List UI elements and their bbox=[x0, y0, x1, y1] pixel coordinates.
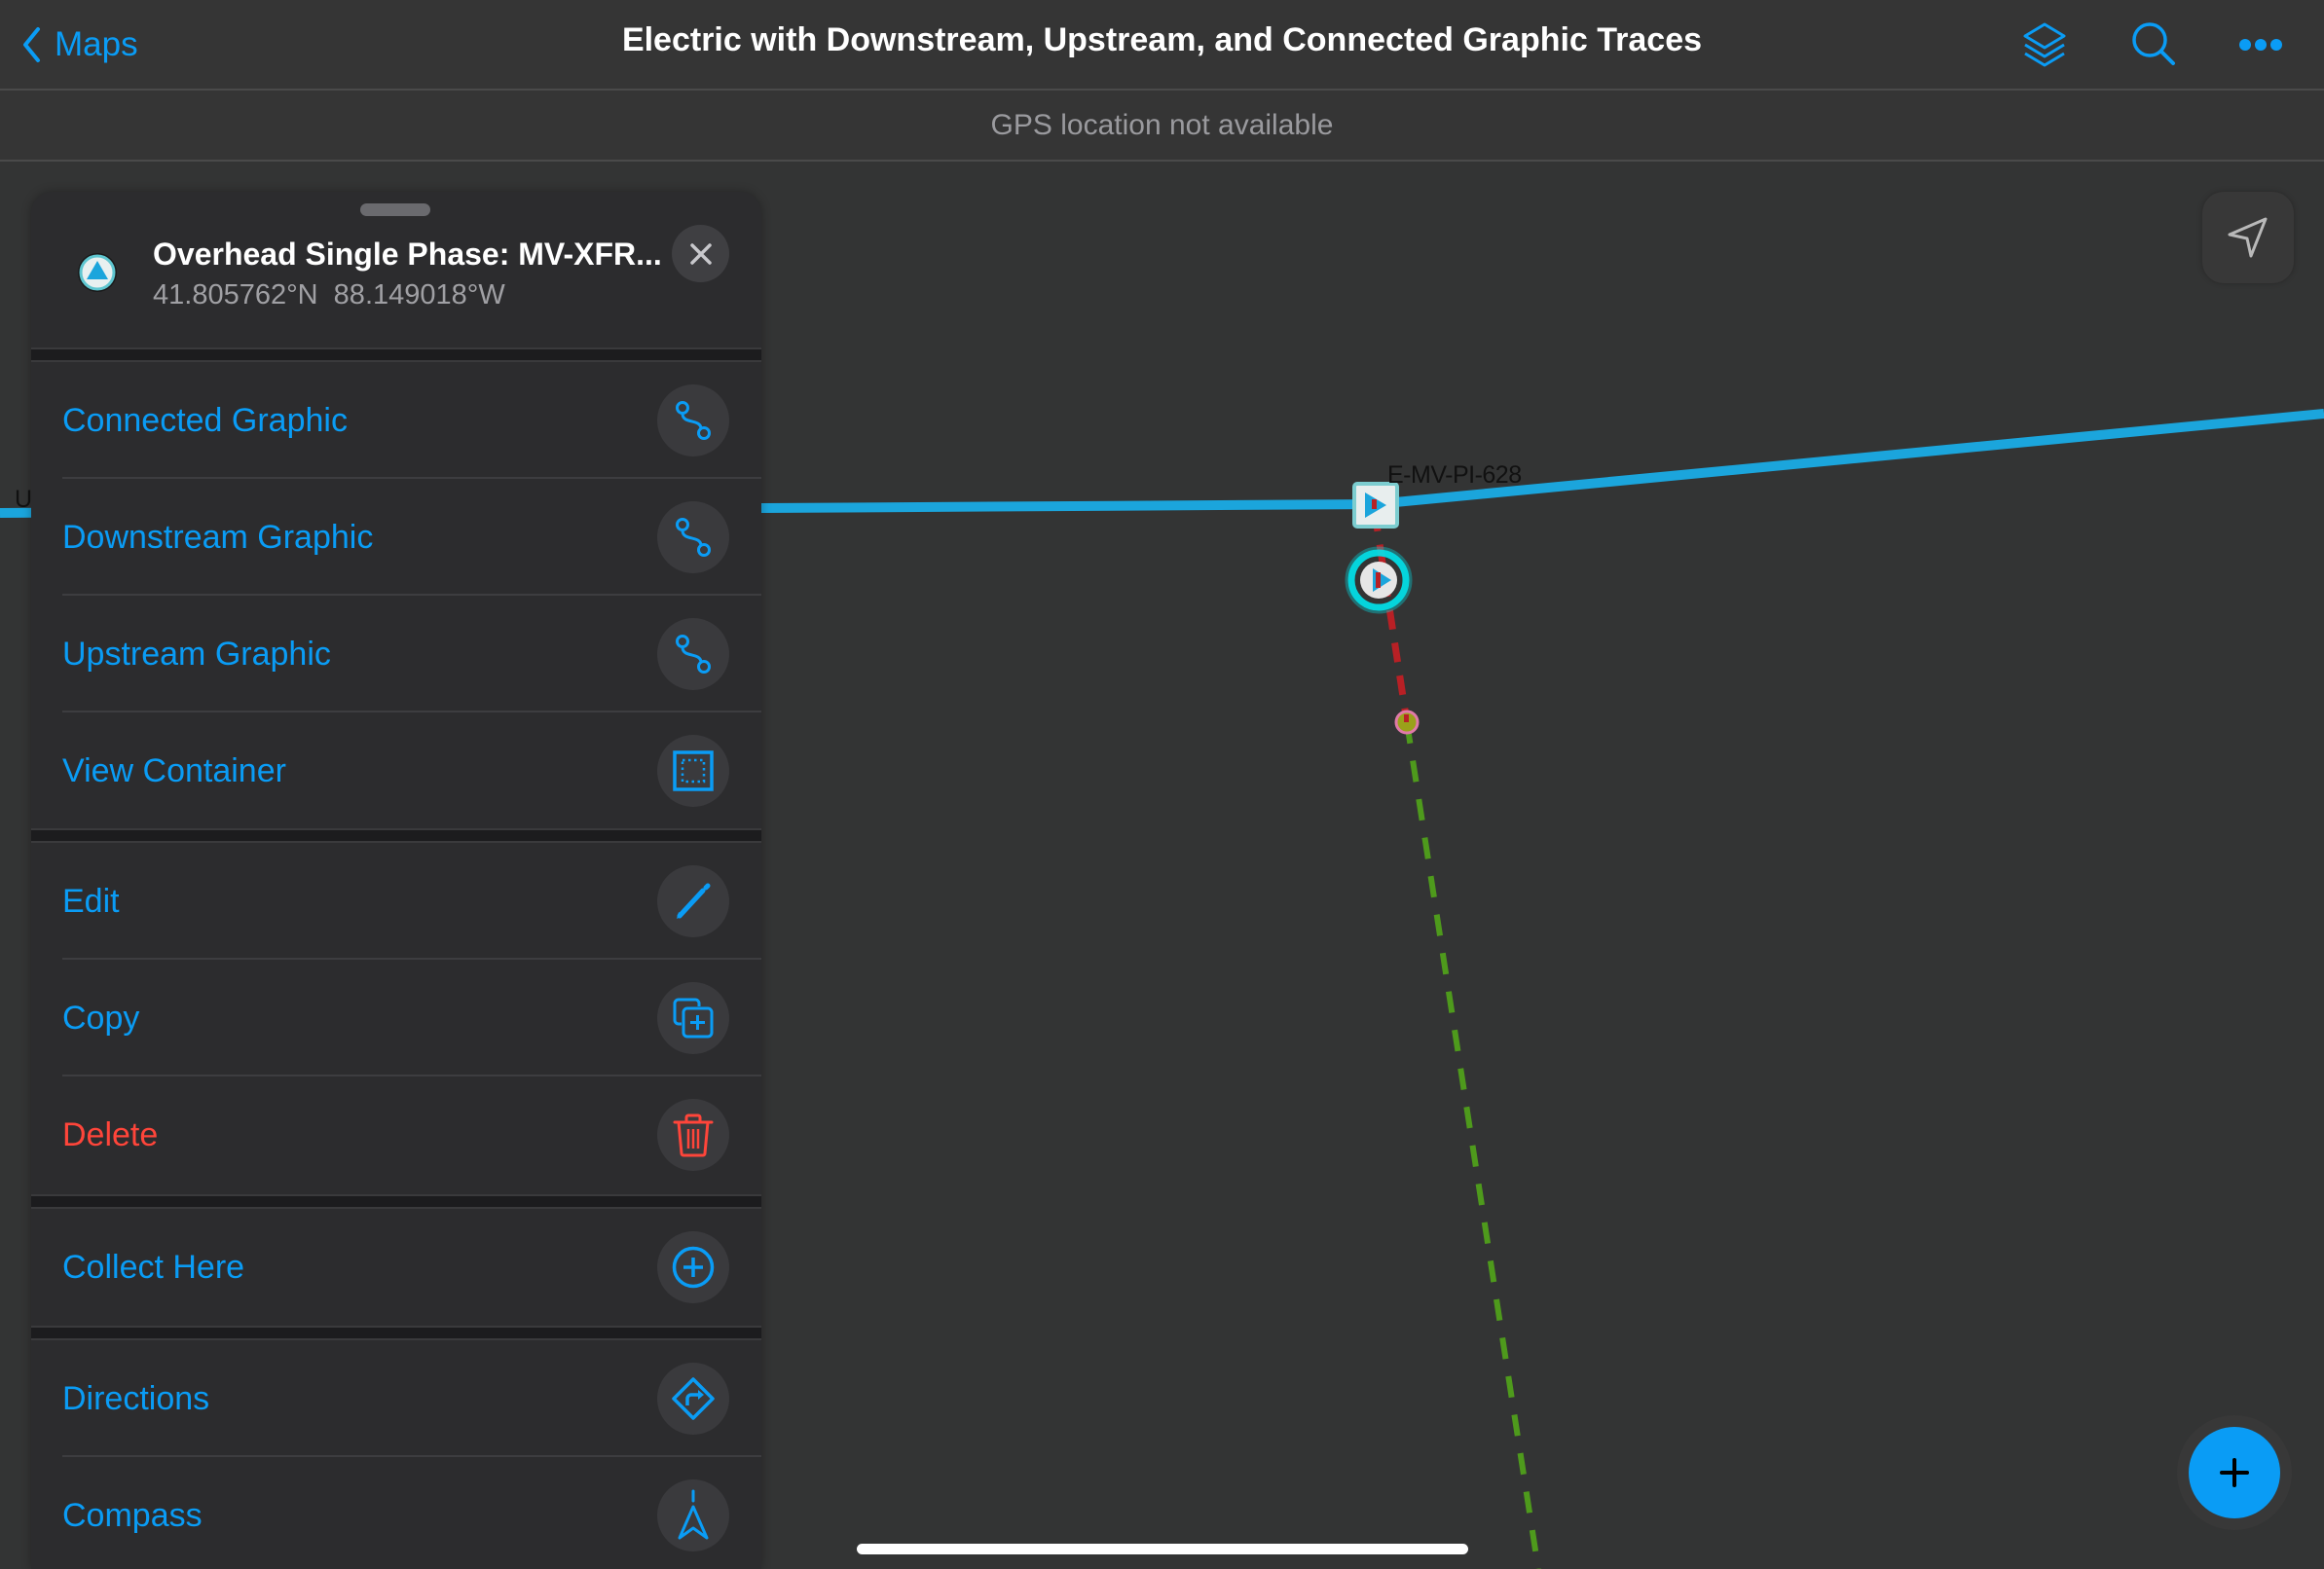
panel-grabber[interactable] bbox=[360, 203, 430, 216]
device-label: E-MV-PI-628 bbox=[1387, 461, 1522, 489]
trace-icon bbox=[657, 618, 729, 690]
locate-button[interactable] bbox=[2202, 192, 2294, 283]
feature-popup-panel: Overhead Single Phase: MV-XFR... 41.8057… bbox=[31, 192, 761, 1569]
chevron-left-icon bbox=[23, 27, 40, 62]
action-label: Copy bbox=[62, 1000, 140, 1037]
action-edit[interactable]: Edit bbox=[31, 843, 761, 960]
action-upstream-graphic[interactable]: Upstream Graphic bbox=[31, 596, 761, 712]
action-label: Upstream Graphic bbox=[62, 636, 331, 673]
line-label: U bbox=[15, 486, 32, 513]
directions-icon bbox=[657, 1363, 729, 1435]
section-divider bbox=[31, 1194, 761, 1209]
action-label: Edit bbox=[62, 883, 120, 920]
feature-title: Overhead Single Phase: MV-XFR... bbox=[153, 237, 662, 272]
location-arrow-icon bbox=[2228, 217, 2268, 258]
action-connected-graphic[interactable]: Connected Graphic bbox=[31, 362, 761, 479]
action-label: Connected Graphic bbox=[62, 402, 348, 439]
back-button[interactable]: Maps bbox=[21, 18, 138, 72]
close-button[interactable] bbox=[672, 225, 729, 282]
search-icon bbox=[2132, 22, 2175, 65]
add-feature-button[interactable] bbox=[2189, 1427, 2280, 1518]
gps-status-banner: GPS location not available bbox=[0, 91, 2324, 162]
trace-icon bbox=[657, 501, 729, 573]
section-divider bbox=[31, 347, 761, 362]
home-indicator[interactable] bbox=[857, 1544, 1468, 1554]
container-icon bbox=[657, 735, 729, 807]
action-copy[interactable]: Copy bbox=[31, 960, 761, 1076]
more-button[interactable] bbox=[2232, 16, 2291, 74]
close-icon bbox=[689, 242, 712, 265]
section-divider bbox=[31, 1326, 761, 1340]
back-label: Maps bbox=[55, 25, 138, 63]
section-divider bbox=[31, 828, 761, 843]
action-label: Delete bbox=[62, 1116, 159, 1153]
trace-icon bbox=[657, 384, 729, 456]
action-view-container[interactable]: View Container bbox=[31, 712, 761, 829]
map-title: Electric with Downstream, Upstream, and … bbox=[621, 21, 1703, 58]
action-label: Collect Here bbox=[62, 1249, 245, 1286]
action-downstream-graphic[interactable]: Downstream Graphic bbox=[31, 479, 761, 596]
layers-button[interactable] bbox=[2015, 16, 2074, 74]
action-directions[interactable]: Directions bbox=[31, 1340, 761, 1457]
action-label: Compass bbox=[62, 1497, 203, 1534]
action-collect-here[interactable]: Collect Here bbox=[31, 1209, 761, 1326]
trash-icon bbox=[657, 1099, 729, 1171]
action-label: Directions bbox=[62, 1380, 210, 1417]
more-icon bbox=[2239, 39, 2282, 51]
layers-icon bbox=[2023, 22, 2066, 67]
action-compass[interactable]: Compass bbox=[31, 1457, 761, 1569]
action-label: View Container bbox=[62, 752, 286, 789]
action-label: Downstream Graphic bbox=[62, 519, 374, 556]
search-button[interactable] bbox=[2125, 16, 2184, 74]
plus-circle-icon bbox=[657, 1231, 729, 1303]
action-delete[interactable]: Delete bbox=[31, 1076, 761, 1193]
junction-node bbox=[1394, 710, 1420, 735]
compass-icon bbox=[657, 1479, 729, 1551]
plus-icon bbox=[2220, 1458, 2249, 1487]
copy-icon bbox=[657, 982, 729, 1054]
navigation-bar: Maps Electric with Downstream, Upstream,… bbox=[0, 0, 2324, 91]
green-trace-line bbox=[1404, 721, 1541, 1569]
feature-symbol-icon bbox=[78, 253, 117, 292]
feature-coordinates: 41.805762°N 88.149018°W bbox=[153, 279, 505, 310]
device-square-node bbox=[1352, 482, 1399, 529]
pencil-icon bbox=[657, 865, 729, 937]
red-trace-line bbox=[1371, 511, 1411, 723]
